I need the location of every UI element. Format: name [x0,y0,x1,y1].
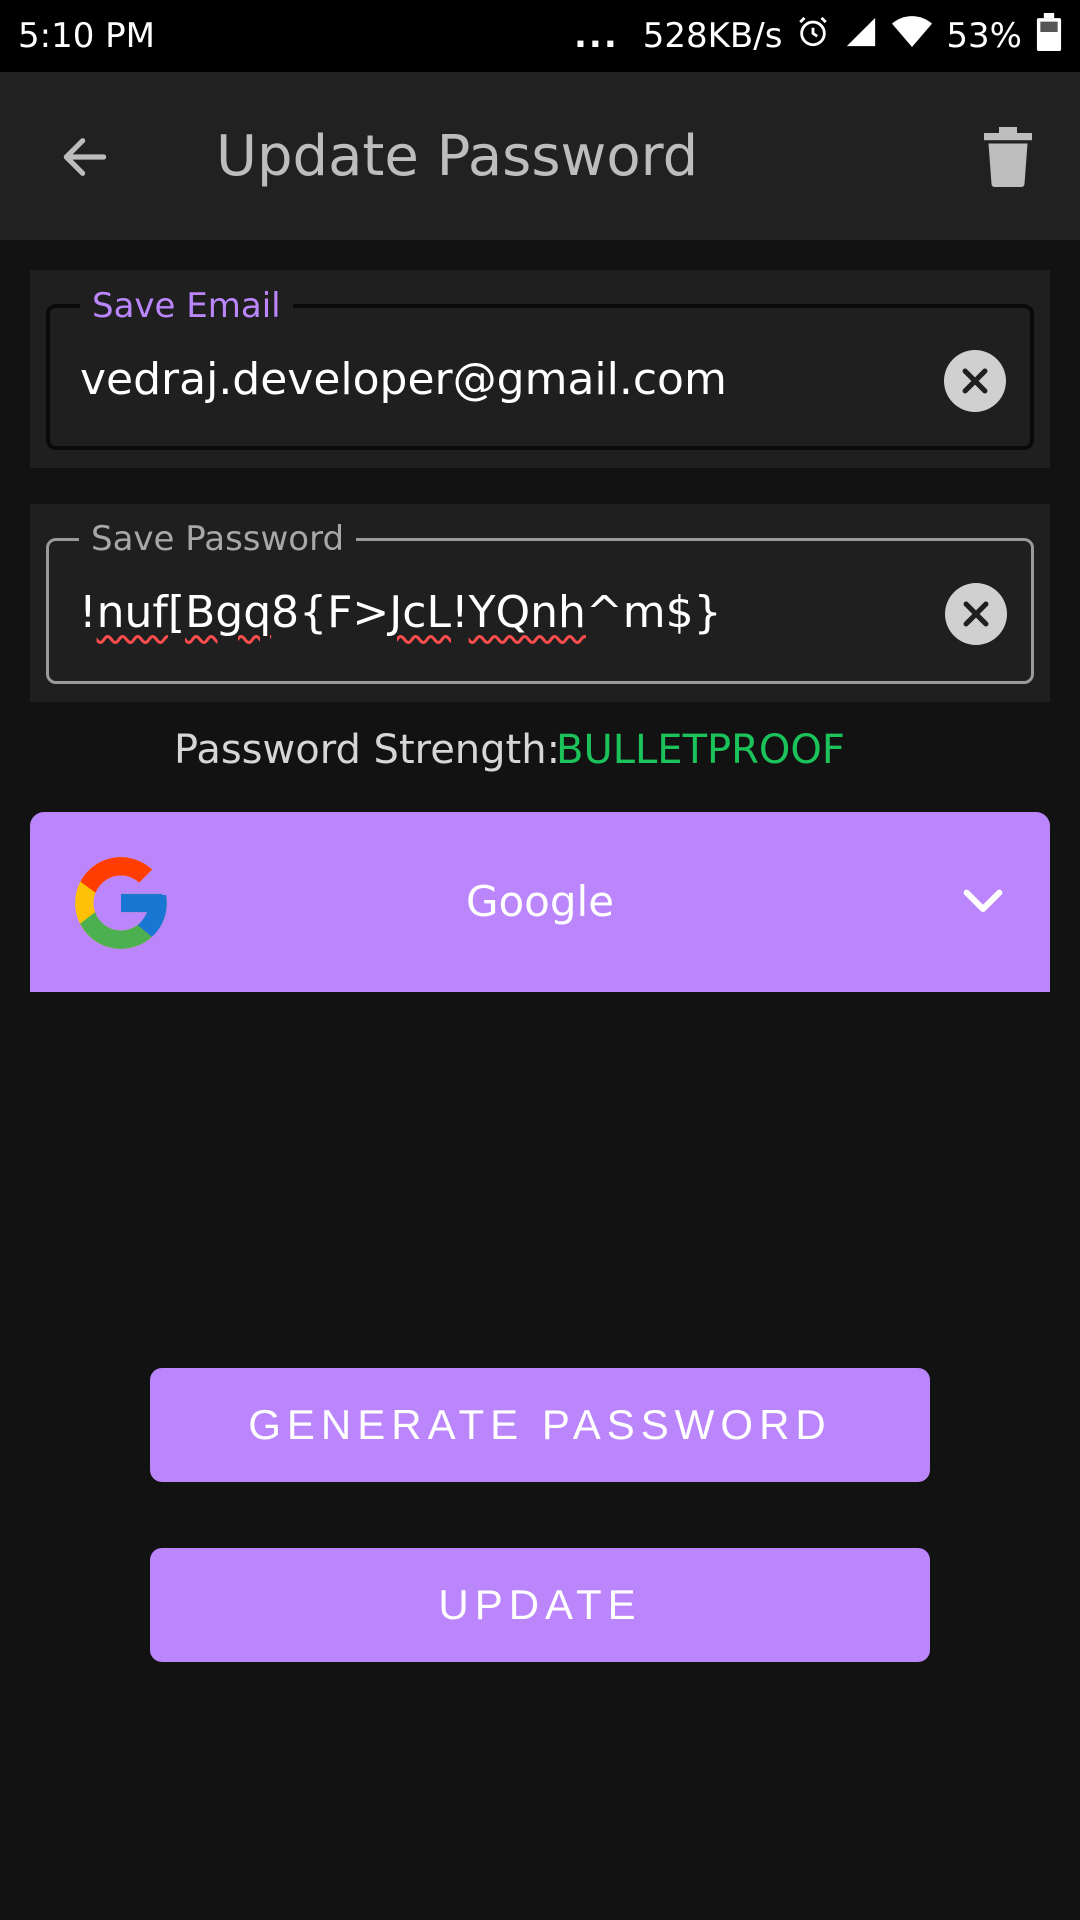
close-icon [963,601,989,627]
password-text: [ [167,587,186,638]
trash-icon [984,127,1032,187]
app-toolbar: Update Password [0,72,1080,240]
password-text: ^m$} [585,587,722,638]
password-text: ! [450,587,469,638]
status-icons: ... 528KB/s 53% [573,12,1062,60]
network-speed: 528KB/s [642,16,783,56]
password-card: Save Password !nuf[Bgq8{F>JcL!YQnh^m$} [30,504,1050,702]
generate-password-button[interactable]: GENERATE PASSWORD [150,1368,930,1482]
clear-password-button[interactable] [945,583,1007,645]
back-button[interactable] [50,122,120,192]
password-label: Save Password [79,517,357,561]
email-label: Save Email [80,284,293,328]
password-field[interactable]: Save Password !nuf[Bgq8{F>JcL!YQnh^m$} [46,517,1034,684]
password-text: Bgq [185,587,272,638]
email-card: Save Email vedraj.developer@gmail.com [30,270,1050,468]
password-text: nuf [96,587,168,638]
delete-button[interactable] [975,124,1041,190]
more-notifications-icon: ... [573,16,619,56]
update-button[interactable]: UPDATE [150,1548,930,1662]
status-bar: 5:10 PM ... 528KB/s 53% [0,0,1080,72]
password-strength-label: Password Strength: [174,727,561,773]
signal-icon [844,15,878,58]
account-type-dropdown[interactable]: Google [30,812,1050,992]
password-text: JcL [389,587,451,638]
battery-icon [1036,12,1062,60]
wifi-icon [892,15,933,58]
chevron-down-icon [963,889,1003,913]
page-title: Update Password [216,124,699,189]
email-input[interactable]: vedraj.developer@gmail.com [80,350,727,410]
alarm-icon [796,15,830,58]
password-strength-value: BULLETPROOF [556,727,845,773]
password-text: 8{F> [271,587,390,638]
status-time: 5:10 PM [18,16,155,56]
clear-email-button[interactable] [944,350,1006,412]
password-text: ! [79,587,97,638]
email-field[interactable]: Save Email vedraj.developer@gmail.com [46,284,1034,450]
selected-account-label: Google [465,877,615,926]
battery-percent: 53% [946,16,1022,56]
close-icon [962,368,988,394]
password-input[interactable]: !nuf[Bgq8{F>JcL!YQnh^m$} [79,583,722,643]
password-text: YQnh [468,587,586,638]
arrow-left-icon [63,138,107,176]
